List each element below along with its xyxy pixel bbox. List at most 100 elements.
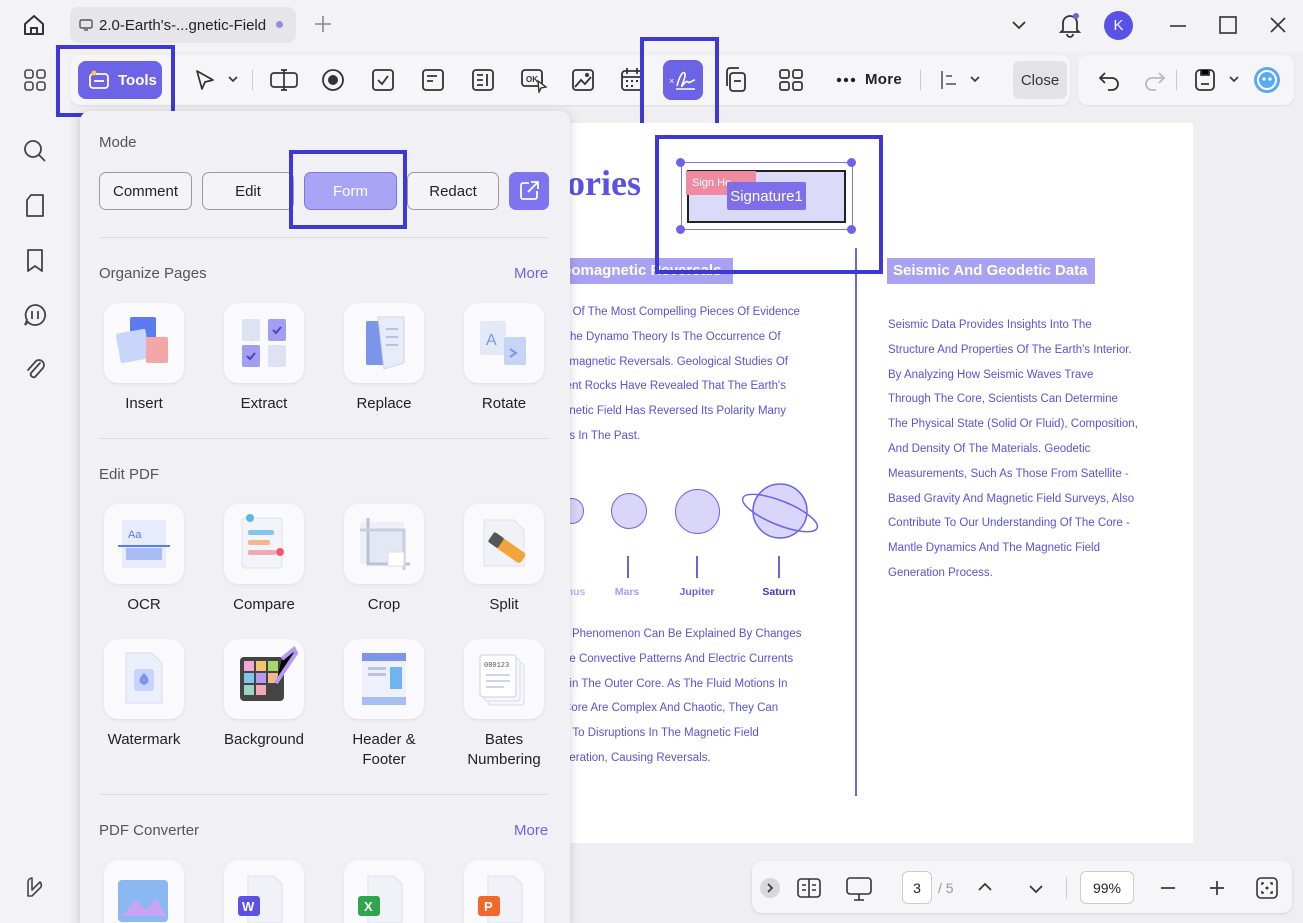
open-external-button[interactable] [509,172,549,210]
svg-text:P: P [484,899,493,914]
background-label: Background [223,731,305,748]
new-tab-icon[interactable] [313,14,333,34]
ocr-tile[interactable]: Aa [104,504,184,584]
bookmark-icon[interactable] [25,248,45,274]
chevron-down-icon[interactable] [1010,16,1028,34]
watermark-label: Watermark [107,731,181,748]
header-footer-label: Header & Footer [352,731,416,768]
saturn-tick [778,556,780,578]
presentation-icon[interactable] [845,876,873,902]
select-cursor-icon[interactable] [193,68,217,92]
insert-tile[interactable] [104,303,184,383]
header-footer-tile[interactable] [344,639,424,719]
grid-arrange-icon[interactable] [778,67,804,93]
text-field-icon[interactable] [269,68,299,92]
apps-grid-icon[interactable] [23,68,47,92]
crop-tile[interactable] [344,504,424,584]
background-tile[interactable] [224,639,304,719]
extract-icon [242,319,286,367]
left-paragraph-2: s Phenomenon Can Be Explained By Changes… [563,622,801,771]
mars-tick [627,556,629,578]
split-tile[interactable] [464,504,544,584]
mode-section-title: Mode [99,134,137,151]
tools-highlight [56,45,175,117]
checkbox-icon[interactable] [370,67,396,93]
duplicate-icon[interactable] [723,66,749,94]
jupiter-tick [696,556,698,578]
search-icon[interactable] [22,138,48,164]
align-dropdown-icon[interactable] [968,72,982,86]
fit-page-icon[interactable] [1255,876,1279,900]
maximize-icon[interactable] [1218,15,1238,35]
panel-divider [99,794,549,795]
edit-pdf-section-title: Edit PDF [99,466,160,483]
rotate-tile[interactable]: A [464,303,544,383]
more-dots-icon[interactable] [836,77,856,83]
attachment-icon[interactable] [24,357,48,385]
avatar[interactable]: K [1104,11,1133,40]
text-line: gnetic Field Has Reversed Its Polarity M… [563,405,787,418]
expand-sidebar-button[interactable] [760,878,780,898]
minimize-icon[interactable] [1168,16,1188,36]
image-field-icon[interactable] [570,67,596,93]
bottombar-divider [1066,877,1067,899]
split-label: Split [489,596,519,613]
text-line: And Density Of The Materials. Geodetic [888,442,1091,455]
text-line: omagnetic Reversals. Geological Studies … [563,355,788,368]
bell-icon[interactable] [1058,12,1082,38]
replace-tile[interactable] [344,303,424,383]
button-ok-icon[interactable]: OK [520,67,548,93]
combo-box-icon[interactable] [420,67,446,93]
select-dropdown-icon[interactable] [226,72,240,86]
toolbar-divider [1176,70,1177,90]
text-line: s Phenomenon Can Be Explained By Changes [563,628,802,640]
save-dropdown-icon[interactable] [1227,72,1241,86]
svg-text:000123: 000123 [484,662,509,670]
planet-mars [611,493,647,529]
page-number-input[interactable]: 3 [902,871,932,904]
tab-title: 2.0-Earth's-...gnetic-Field [99,16,267,34]
bates-numbering-tile[interactable]: 000123 [464,639,544,719]
to-powerpoint-tile[interactable]: P [464,860,544,923]
next-page-icon[interactable] [1027,880,1045,898]
document-tab[interactable]: 2.0-Earth's-...gnetic-Field [70,7,296,43]
text-line: Structure And Properties Of The Earth's … [888,343,1132,356]
previous-page-icon[interactable] [976,878,994,896]
svg-text:Aa: Aa [128,529,142,541]
pages-icon[interactable] [24,193,46,219]
left-rail [0,52,70,923]
planet-saturn [739,483,821,543]
more-button[interactable]: More [865,71,902,88]
planet-jupiter [675,489,720,534]
comments-icon[interactable] [22,302,48,328]
close-form-mode-button[interactable]: Close [1013,61,1067,99]
close-window-icon[interactable] [1268,15,1288,35]
mode-comment-button[interactable]: Comment [99,172,192,210]
mode-redact-button[interactable]: Redact [407,172,499,210]
ocr-icon: Aa [118,520,170,568]
powerpoint-file-icon: P [478,875,523,923]
watermark-tile[interactable] [104,639,184,719]
extract-tile[interactable] [224,303,304,383]
home-icon[interactable] [21,12,47,38]
zoom-in-icon[interactable] [1207,878,1227,898]
undo-icon[interactable] [1097,68,1121,92]
crop-label: Crop [367,596,401,613]
align-left-icon[interactable] [938,68,962,92]
compare-tile[interactable] [224,504,304,584]
theme-icon[interactable] [24,876,46,898]
converter-more-link[interactable]: More [514,822,548,839]
ai-assistant-icon[interactable] [1253,66,1281,94]
radio-button-icon[interactable] [320,67,346,93]
zoom-out-icon[interactable] [1158,878,1178,898]
to-word-tile[interactable]: W [224,860,304,923]
redo-icon[interactable] [1143,68,1167,92]
to-excel-tile[interactable]: X [344,860,424,923]
zoom-level-input[interactable]: 99% [1080,871,1134,904]
page-layout-icon[interactable] [796,876,822,900]
to-image-tile[interactable] [104,860,184,923]
organize-more-link[interactable]: More [514,265,548,282]
mode-edit-button[interactable]: Edit [202,172,294,210]
list-box-icon[interactable] [470,67,496,93]
save-icon[interactable] [1193,67,1217,93]
